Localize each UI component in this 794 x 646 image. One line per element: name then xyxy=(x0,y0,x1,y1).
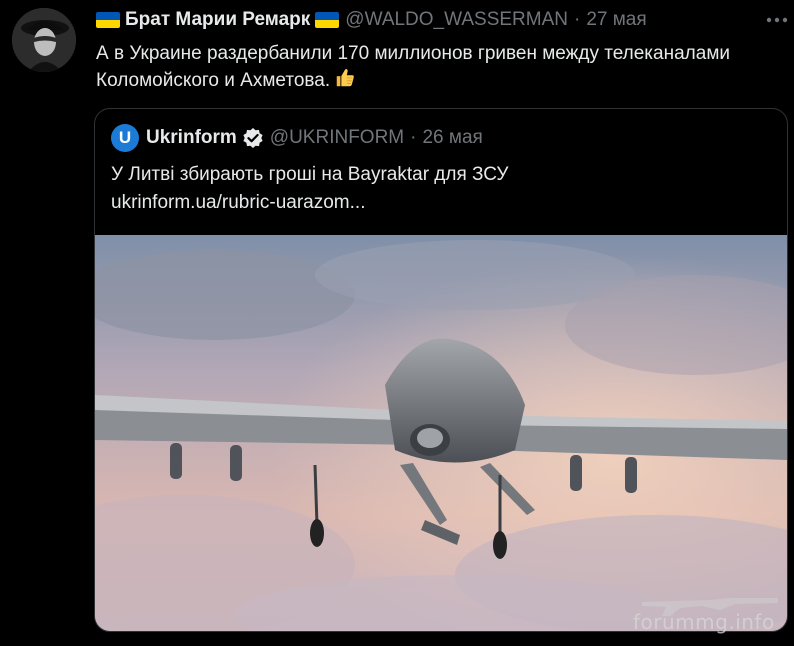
thumbs-up-emoji-icon xyxy=(336,69,354,87)
quote-link[interactable]: ukrinform.ua/rubric-uarazom... xyxy=(111,189,365,217)
separator-dot: · xyxy=(573,9,581,30)
quoted-tweet-card[interactable]: U Ukrinform @UKRINFORM · 26 мая У Литві … xyxy=(94,108,788,632)
quote-media-image[interactable] xyxy=(95,235,787,631)
ellipsis-icon xyxy=(766,17,788,23)
quote-author-name[interactable]: Ukrinform xyxy=(146,127,237,149)
tweet-text: А в Украине раздербанили 170 миллионов г… xyxy=(96,43,730,91)
ukraine-flag-icon xyxy=(315,12,340,28)
more-options-button[interactable] xyxy=(764,10,790,30)
ukraine-flag-icon xyxy=(96,12,120,28)
tweet-body: А в Украине раздербанили 170 миллионов г… xyxy=(96,40,786,94)
verified-badge-icon xyxy=(243,128,263,148)
ukrinform-logo-icon: U xyxy=(111,124,139,152)
drone-photo-image xyxy=(95,235,787,631)
quote-date[interactable]: 26 мая xyxy=(422,127,482,149)
tweet-date[interactable]: 27 мая xyxy=(586,9,646,31)
separator-dot: · xyxy=(410,127,417,148)
tweet-header: Брат Марии Ремарк @WALDO_WASSERMAN · 27 … xyxy=(96,7,647,33)
watermark-text: forummg.info xyxy=(633,610,775,634)
author-name[interactable]: Брат Марии Ремарк xyxy=(125,9,310,31)
avatar-portrait-icon xyxy=(12,8,76,72)
author-handle[interactable]: @WALDO_WASSERMAN xyxy=(345,9,568,31)
quote-header: U Ukrinform @UKRINFORM · 26 мая xyxy=(111,123,483,153)
quote-author-handle[interactable]: @UKRINFORM xyxy=(270,127,404,149)
quote-text: У Литві збирають гроші на Bayraktar для … xyxy=(111,164,509,185)
author-avatar[interactable] xyxy=(12,8,76,72)
